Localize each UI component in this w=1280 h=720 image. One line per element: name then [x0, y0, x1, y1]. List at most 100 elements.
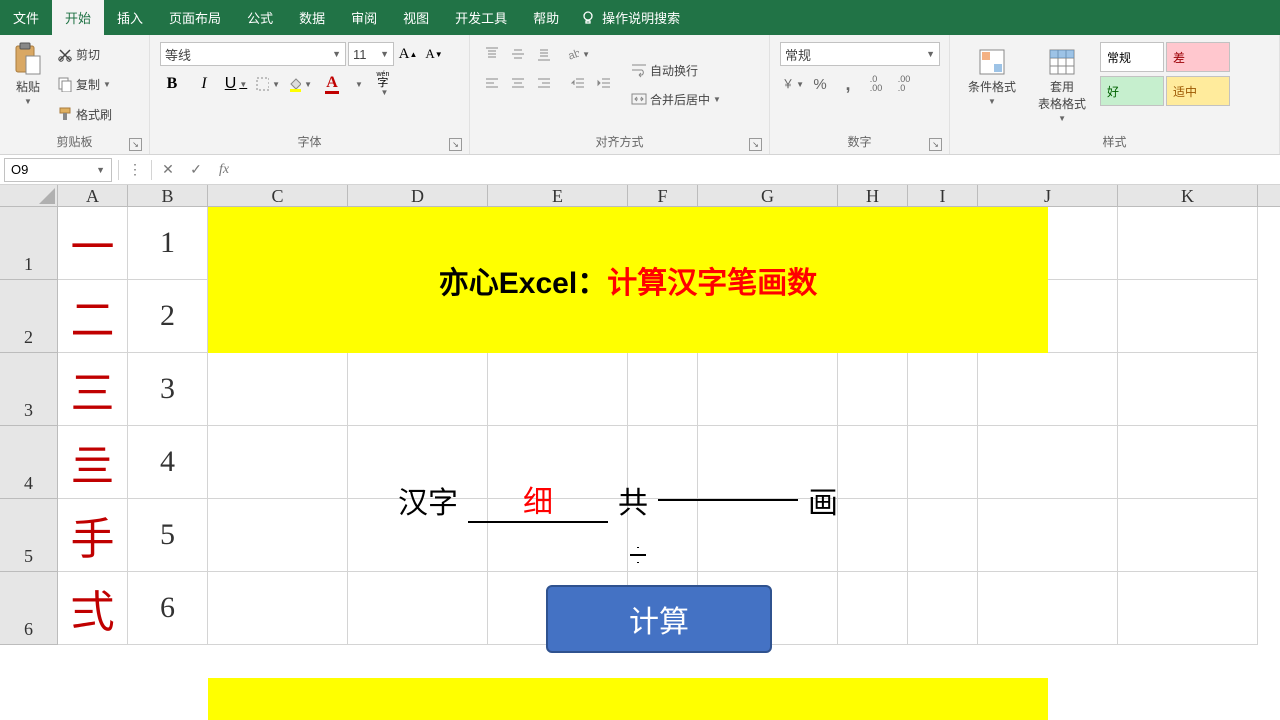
cell-K4[interactable]	[1118, 426, 1258, 499]
cancel-button[interactable]: ✕	[154, 158, 182, 182]
calculate-button[interactable]: 计算	[546, 585, 772, 653]
col-header-E[interactable]: E	[488, 185, 628, 206]
cell-B4[interactable]: 4	[128, 426, 208, 499]
phonetic-button[interactable]: wén字▼	[371, 72, 395, 96]
border-button[interactable]: ▼	[256, 72, 280, 96]
hanzi-input[interactable]: 细	[468, 477, 608, 523]
format-as-table-button[interactable]: 套用 表格格式▼	[1030, 42, 1094, 127]
increase-decimal-button[interactable]: .0.00	[864, 72, 888, 96]
cell-J6[interactable]	[978, 572, 1118, 645]
row-header-5[interactable]: 5	[0, 499, 57, 572]
col-header-K[interactable]: K	[1118, 185, 1258, 206]
cell-style-bad[interactable]: 差	[1166, 42, 1230, 72]
cell-A3[interactable]: 三	[58, 353, 128, 426]
cell-K3[interactable]	[1118, 353, 1258, 426]
cell-I6[interactable]	[908, 572, 978, 645]
cell-D6[interactable]	[348, 572, 488, 645]
cell-J4[interactable]	[978, 426, 1118, 499]
cell-K5[interactable]	[1118, 499, 1258, 572]
cell-I5[interactable]	[908, 499, 978, 572]
col-header-F[interactable]: F	[628, 185, 698, 206]
row-header-3[interactable]: 3	[0, 353, 57, 426]
cell-C6[interactable]	[208, 572, 348, 645]
tab-insert[interactable]: 插入	[104, 0, 156, 35]
cell-H4[interactable]	[838, 426, 908, 499]
font-name-select[interactable]: 等线▼	[160, 42, 346, 66]
cell-B1[interactable]: 1	[128, 207, 208, 280]
font-color-button[interactable]: A	[320, 72, 344, 96]
select-all-button[interactable]	[0, 185, 58, 207]
cell-H3[interactable]	[838, 353, 908, 426]
cell-J3[interactable]	[978, 353, 1118, 426]
align-left-button[interactable]	[480, 72, 504, 96]
cell-A5[interactable]: 手	[58, 499, 128, 572]
cell-K6[interactable]	[1118, 572, 1258, 645]
font-launcher[interactable]: ↘	[449, 138, 462, 151]
number-format-select[interactable]: 常规▼	[780, 42, 940, 66]
cell-A1[interactable]: 一	[58, 207, 128, 280]
underline-button[interactable]: U▼	[224, 72, 248, 96]
bold-button[interactable]: B	[160, 72, 184, 96]
cut-button[interactable]: 剪切	[52, 43, 117, 66]
row-header-4[interactable]: 4	[0, 426, 57, 499]
tab-developer[interactable]: 开发工具	[442, 0, 520, 35]
cell-H6[interactable]	[838, 572, 908, 645]
col-header-C[interactable]: C	[208, 185, 348, 206]
decrease-font-button[interactable]: A▼	[422, 42, 446, 66]
col-header-A[interactable]: A	[58, 185, 128, 206]
italic-button[interactable]: I	[192, 72, 216, 96]
orientation-button[interactable]: ab▼	[566, 42, 590, 66]
cell-B3[interactable]: 3	[128, 353, 208, 426]
col-header-H[interactable]: H	[838, 185, 908, 206]
alignment-launcher[interactable]: ↘	[749, 138, 762, 151]
number-launcher[interactable]: ↘	[929, 138, 942, 151]
tab-review[interactable]: 审阅	[338, 0, 390, 35]
clipboard-launcher[interactable]: ↘	[129, 138, 142, 151]
cell-G3[interactable]	[698, 353, 838, 426]
cell-A6[interactable]: 弍	[58, 572, 128, 645]
name-box[interactable]: O9▼	[4, 158, 112, 182]
col-header-J[interactable]: J	[978, 185, 1118, 206]
cell-K1[interactable]	[1118, 207, 1258, 280]
cell-C3[interactable]	[208, 353, 348, 426]
tab-data[interactable]: 数据	[286, 0, 338, 35]
cell-B2[interactable]: 2	[128, 280, 208, 353]
col-header-I[interactable]: I	[908, 185, 978, 206]
row-header-2[interactable]: 2	[0, 280, 57, 353]
cell-D3[interactable]	[348, 353, 488, 426]
cell-style-normal[interactable]: 常规	[1100, 42, 1164, 72]
tab-formulas[interactable]: 公式	[234, 0, 286, 35]
fx-button[interactable]: fx	[210, 158, 238, 182]
row-header-6[interactable]: 6	[0, 572, 57, 645]
align-center-button[interactable]	[506, 72, 530, 96]
cells-area[interactable]: 6弍5手4亖3三2二1一 亦心Excel：计算汉字笔画数 汉字 细 共 画 计算	[58, 207, 1280, 720]
cell-style-good[interactable]: 好	[1100, 76, 1164, 106]
align-top-button[interactable]	[480, 42, 504, 66]
conditional-format-button[interactable]: 条件格式▼	[960, 42, 1024, 127]
cell-K2[interactable]	[1118, 280, 1258, 353]
percent-button[interactable]: %	[808, 72, 832, 96]
indent-button[interactable]	[592, 72, 616, 96]
tab-file[interactable]: 文件	[0, 0, 52, 35]
cell-I4[interactable]	[908, 426, 978, 499]
outdent-button[interactable]	[566, 72, 590, 96]
cell-C5[interactable]	[208, 499, 348, 572]
cell-C4[interactable]	[208, 426, 348, 499]
format-painter-button[interactable]: 格式刷	[52, 103, 117, 126]
paste-button[interactable]: 粘贴 ▼	[4, 38, 52, 131]
cell-B6[interactable]: 6	[128, 572, 208, 645]
tab-view[interactable]: 视图	[390, 0, 442, 35]
align-middle-button[interactable]	[506, 42, 530, 66]
fb-expand-button[interactable]: ⋮	[121, 158, 149, 182]
cell-style-neutral[interactable]: 适中	[1166, 76, 1230, 106]
result-input[interactable]	[658, 499, 798, 501]
align-right-button[interactable]	[532, 72, 556, 96]
cell-A2[interactable]: 二	[58, 280, 128, 353]
col-header-D[interactable]: D	[348, 185, 488, 206]
tab-help[interactable]: 帮助	[520, 0, 572, 35]
cell-H5[interactable]	[838, 499, 908, 572]
cell-A4[interactable]: 亖	[58, 426, 128, 499]
comma-button[interactable]: ,	[836, 72, 860, 96]
cell-I3[interactable]	[908, 353, 978, 426]
merge-center-button[interactable]: 合并后居中▼	[626, 88, 726, 111]
